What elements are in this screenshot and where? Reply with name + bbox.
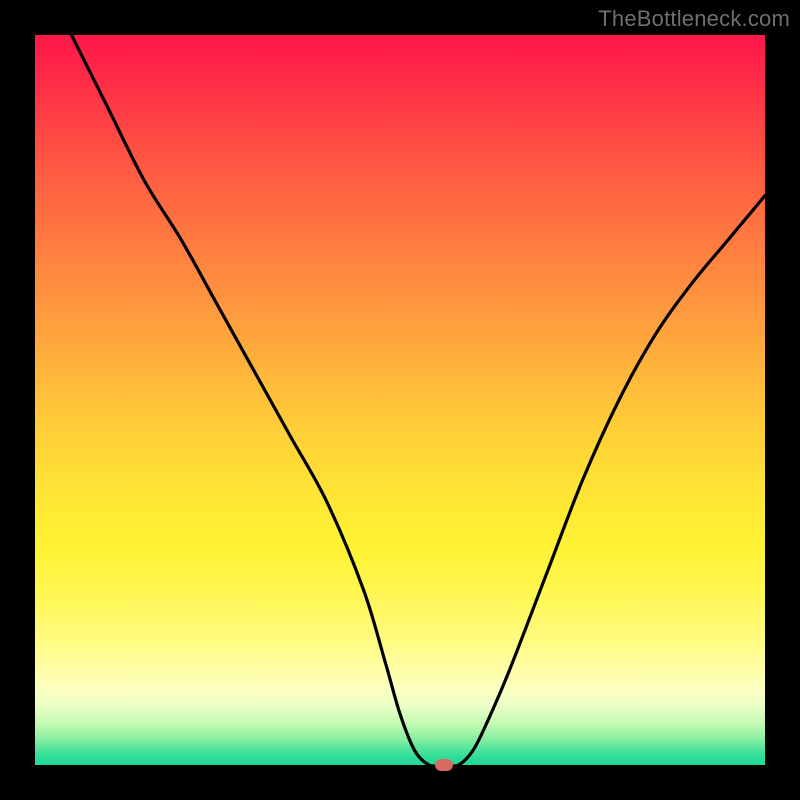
chart-frame: TheBottleneck.com — [0, 0, 800, 800]
bottleneck-curve — [35, 35, 765, 765]
optimum-marker — [435, 759, 453, 771]
watermark-text: TheBottleneck.com — [598, 6, 790, 32]
plot-area — [35, 35, 765, 765]
